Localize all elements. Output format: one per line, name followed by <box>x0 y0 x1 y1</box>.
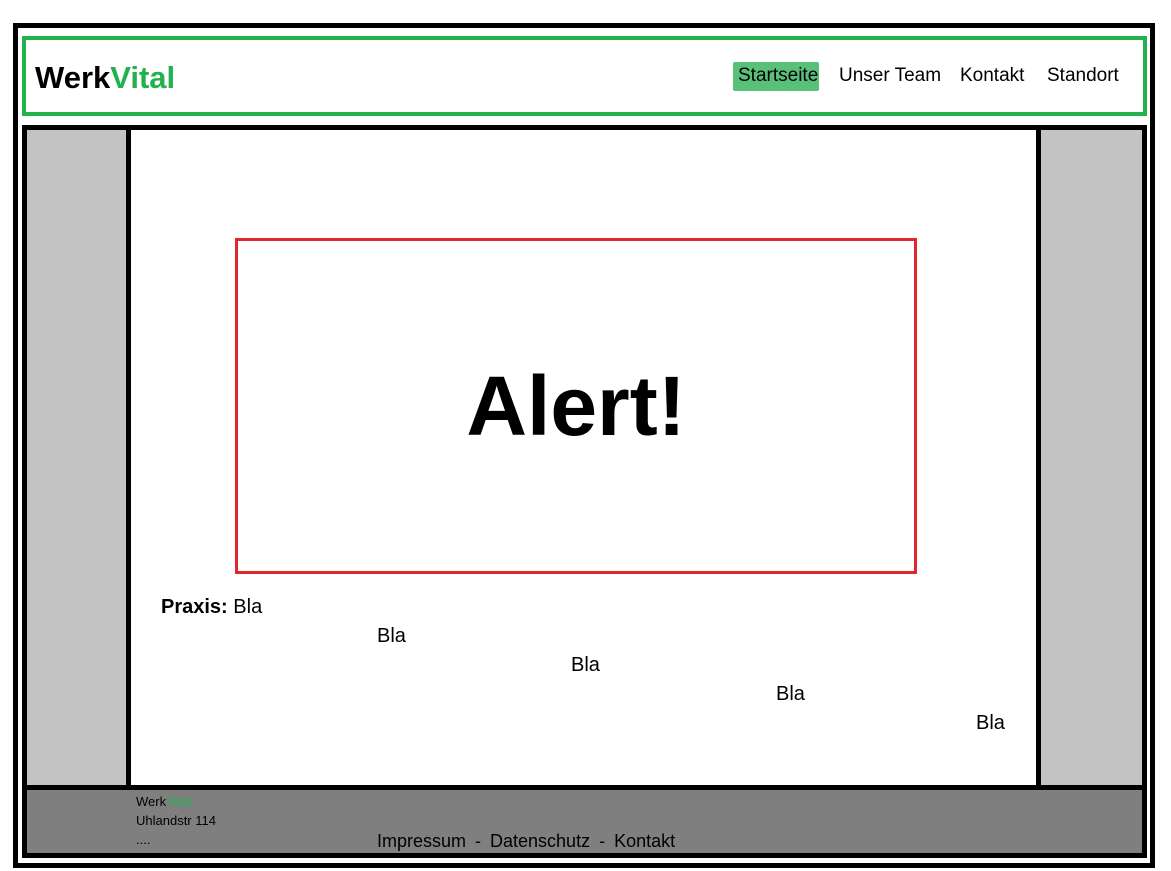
footer-logo-vital: Vital <box>166 794 192 809</box>
footer-link-datenschutz[interactable]: Datenschutz <box>490 831 590 851</box>
site-logo[interactable]: WerkVital <box>35 58 175 98</box>
nav-startseite[interactable]: Startseite <box>738 63 818 89</box>
nav-standort[interactable]: Standort <box>1047 63 1119 89</box>
footer-logo-werk: Werk <box>136 794 167 809</box>
praxis-value-3: Bla <box>571 654 600 676</box>
logo-part-werk: Werk <box>35 60 111 95</box>
footer-link-kontakt[interactable]: Kontakt <box>614 831 675 851</box>
praxis-value-4: Bla <box>776 683 805 705</box>
footer-links: Impressum - Datenschutz - Kontakt <box>377 829 675 853</box>
praxis-value-5: Bla <box>976 712 1005 734</box>
alert-text: Alert! <box>466 358 686 453</box>
praxis-value-1: Bla <box>233 596 263 618</box>
praxis-first-line: Praxis: Bla <box>161 594 262 620</box>
footer-logo: WerkVital <box>136 793 191 810</box>
nav-kontakt[interactable]: Kontakt <box>960 63 1024 89</box>
left-sidebar <box>27 130 126 785</box>
praxis-label: Praxis: <box>161 596 228 618</box>
footer-link-impressum[interactable]: Impressum <box>377 831 466 851</box>
logo-part-vital: Vital <box>110 60 176 95</box>
footer-separator: - <box>599 831 606 851</box>
footer-address: Uhlandstr 114 <box>136 813 216 828</box>
praxis-value-2: Bla <box>377 625 406 647</box>
footer-more: .... <box>136 832 151 847</box>
footer-separator: - <box>475 831 482 851</box>
nav-unser-team[interactable]: Unser Team <box>839 63 941 89</box>
right-sidebar <box>1041 130 1142 785</box>
